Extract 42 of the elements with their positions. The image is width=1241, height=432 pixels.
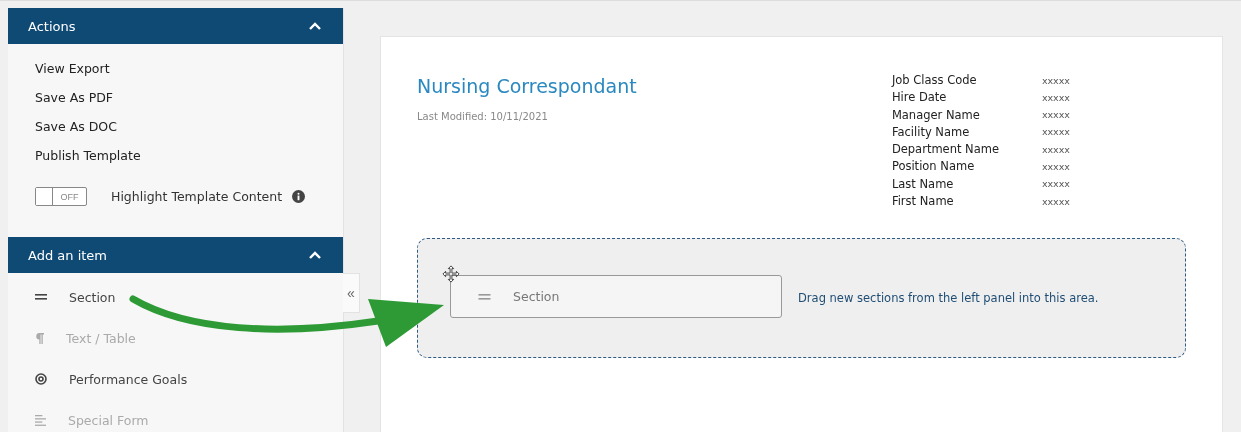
collapse-tab[interactable]: « bbox=[343, 273, 360, 313]
field-value: xxxxx bbox=[1041, 91, 1070, 103]
field-label: Hire Date bbox=[891, 90, 948, 105]
section-title: Actions bbox=[28, 18, 76, 34]
drag-lines-icon bbox=[35, 294, 47, 300]
field-value: xxxxx bbox=[1041, 161, 1070, 172]
field-label: Department Name bbox=[891, 142, 1001, 157]
field-label: Position Name bbox=[891, 159, 976, 174]
sidebar-item[interactable]: Performance Goals bbox=[35, 369, 343, 389]
pilcrow-icon bbox=[35, 332, 44, 344]
chevron-icon bbox=[309, 251, 321, 259]
section-title: Add an item bbox=[28, 247, 107, 263]
field-label: Manager Name bbox=[891, 107, 981, 122]
field-value: xxxxx bbox=[1041, 143, 1070, 155]
drop-hint: Drag new sections from the left panel into this area. bbox=[798, 291, 1099, 306]
field-label: First Name bbox=[891, 194, 955, 209]
drag-lines-icon bbox=[478, 293, 491, 300]
move-cursor-icon bbox=[442, 265, 460, 284]
toggle-switch[interactable]: OFF bbox=[35, 187, 87, 206]
action-link[interactable]: View Export bbox=[35, 61, 110, 76]
field-label: Last Name bbox=[891, 176, 955, 191]
last-modified-text: Last Modified: 10/11/2021 bbox=[417, 111, 549, 122]
section-header[interactable]: Add an item bbox=[8, 237, 343, 273]
toggle-label: Highlight Template Content bbox=[111, 189, 283, 204]
field-label: Facility Name bbox=[891, 124, 971, 139]
align-left-icon bbox=[35, 414, 46, 426]
section-header[interactable]: Actions bbox=[8, 8, 343, 44]
action-link[interactable]: Save As DOC bbox=[35, 119, 117, 134]
action-link[interactable]: Publish Template bbox=[35, 148, 141, 163]
field-value: xxxxx bbox=[1041, 109, 1070, 121]
action-link[interactable]: Save As PDF bbox=[35, 90, 114, 105]
field-value: xxxxx bbox=[1041, 126, 1070, 138]
field-label: Job Class Code bbox=[891, 73, 978, 87]
field-value: xxxxx bbox=[1041, 74, 1070, 86]
info-icon[interactable] bbox=[292, 190, 306, 203]
field-value: xxxxx bbox=[1041, 195, 1070, 207]
sidebar-item[interactable]: Section bbox=[35, 287, 343, 307]
target-icon bbox=[35, 373, 47, 385]
field-value: xxxxx bbox=[1041, 178, 1070, 190]
dragged-section[interactable]: Section bbox=[450, 275, 782, 319]
document-title: Nursing Correspondant bbox=[417, 75, 637, 97]
chevron-icon bbox=[309, 22, 321, 30]
